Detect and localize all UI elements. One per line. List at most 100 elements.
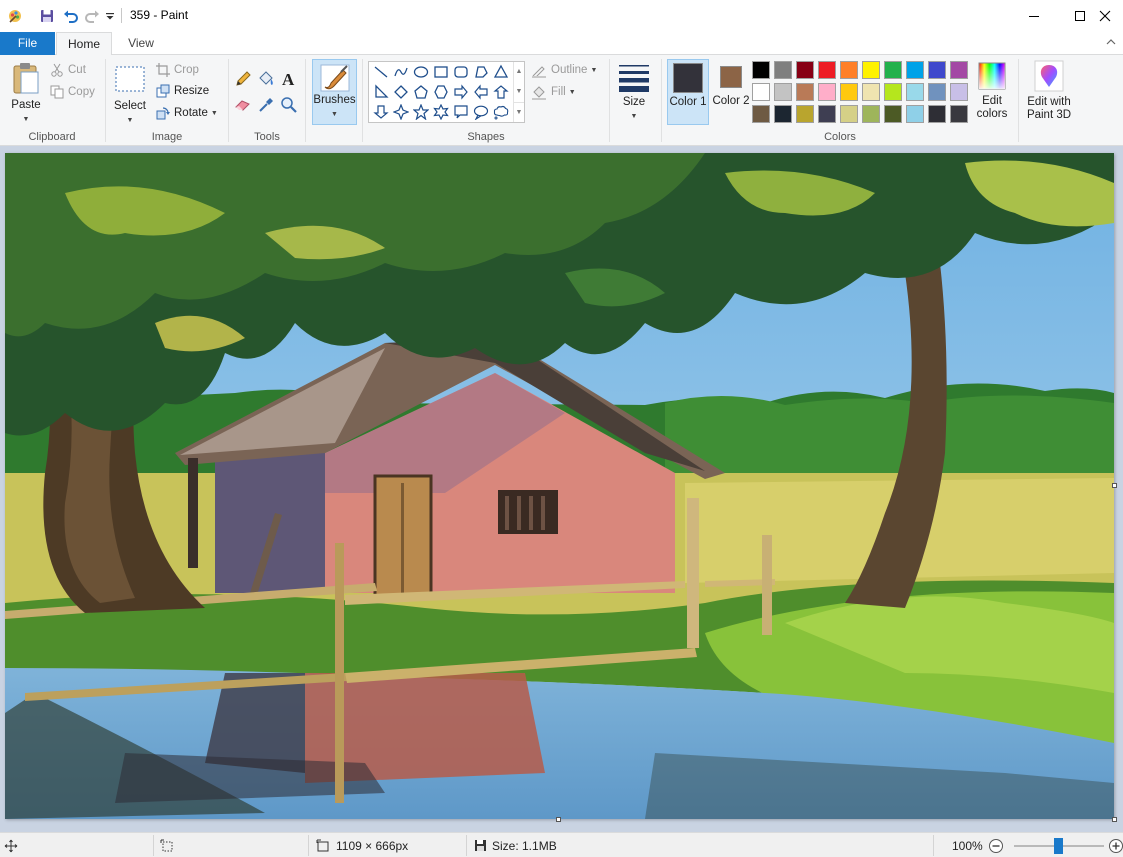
- ribbon-separator: [1018, 59, 1019, 142]
- eraser-icon[interactable]: [233, 95, 253, 115]
- palette-swatch[interactable]: [774, 61, 792, 79]
- palette-swatch[interactable]: [928, 105, 946, 123]
- arrow-down-shape-icon[interactable]: [371, 102, 391, 122]
- color1-button[interactable]: Color 1: [667, 59, 709, 125]
- line-shape-icon[interactable]: [371, 62, 391, 82]
- canvas-workspace[interactable]: [0, 146, 1123, 832]
- palette-swatch[interactable]: [906, 83, 924, 101]
- rectangle-shape-icon[interactable]: [431, 62, 451, 82]
- palette-swatch[interactable]: [840, 105, 858, 123]
- canvas-size-text: 1109 × 666px: [336, 838, 409, 853]
- rotate-button[interactable]: Rotate ▼: [156, 104, 218, 122]
- palette-swatch[interactable]: [752, 83, 770, 101]
- collapse-ribbon-icon[interactable]: [1105, 36, 1119, 50]
- ribbon-separator: [305, 59, 306, 142]
- right-triangle-shape-icon[interactable]: [371, 82, 391, 102]
- canvas-resize-handle-bottom[interactable]: [556, 817, 561, 822]
- palette-swatch[interactable]: [818, 61, 836, 79]
- undo-icon[interactable]: [61, 8, 81, 24]
- palette-swatch[interactable]: [752, 105, 770, 123]
- edit-colors-button[interactable]: Edit colors: [972, 59, 1012, 125]
- color-wheel-icon: [978, 62, 1006, 90]
- minimize-button[interactable]: [1011, 0, 1057, 32]
- color2-button[interactable]: Color 2: [710, 59, 752, 125]
- palette-swatch[interactable]: [884, 61, 902, 79]
- arrow-left-shape-icon[interactable]: [471, 82, 491, 102]
- maximize-button[interactable]: [1057, 0, 1103, 32]
- outline-button[interactable]: Outline ▼: [531, 61, 597, 79]
- magnifier-icon[interactable]: [279, 95, 299, 115]
- resize-button[interactable]: Resize: [156, 82, 209, 100]
- palette-swatch[interactable]: [862, 105, 880, 123]
- painting-image[interactable]: [5, 153, 1114, 819]
- drawing-canvas[interactable]: [5, 153, 1114, 819]
- curve-shape-icon[interactable]: [391, 62, 411, 82]
- canvas-resize-handle-right[interactable]: [1112, 483, 1117, 488]
- palette-swatch[interactable]: [840, 61, 858, 79]
- tab-home[interactable]: Home: [56, 32, 112, 56]
- palette-swatch[interactable]: [884, 105, 902, 123]
- copy-button[interactable]: Copy: [50, 83, 95, 101]
- star-five-shape-icon[interactable]: [411, 102, 431, 122]
- customize-icon[interactable]: [104, 8, 116, 24]
- palette-swatch[interactable]: [796, 83, 814, 101]
- hexagon-shape-icon[interactable]: [431, 82, 451, 102]
- polygon-shape-icon[interactable]: [471, 62, 491, 82]
- palette-swatch[interactable]: [906, 105, 924, 123]
- zoom-slider-thumb[interactable]: [1054, 838, 1063, 854]
- shapes-group-label: Shapes: [467, 131, 505, 143]
- triangle-shape-icon[interactable]: [491, 62, 511, 82]
- paste-button[interactable]: Paste ▼: [6, 59, 46, 123]
- palette-swatch[interactable]: [950, 61, 968, 79]
- pencil-icon[interactable]: [233, 69, 253, 89]
- close-button[interactable]: [1099, 0, 1123, 32]
- color-picker-icon[interactable]: [256, 95, 276, 115]
- palette-swatch[interactable]: [818, 83, 836, 101]
- palette-swatch[interactable]: [796, 61, 814, 79]
- palette-swatch[interactable]: [884, 83, 902, 101]
- cut-button[interactable]: Cut: [50, 61, 86, 79]
- size-button[interactable]: Size ▼: [614, 59, 654, 125]
- arrow-right-shape-icon[interactable]: [451, 82, 471, 102]
- tab-file[interactable]: File: [0, 32, 55, 55]
- image-group: Select ▼ Crop Resize Rotate ▼ Image: [106, 55, 228, 146]
- palette-swatch[interactable]: [840, 83, 858, 101]
- callout-oval-shape-icon[interactable]: [471, 102, 491, 122]
- redo-icon[interactable]: [83, 8, 101, 24]
- tab-view[interactable]: View: [112, 32, 170, 55]
- palette-swatch[interactable]: [928, 61, 946, 79]
- zoom-out-button[interactable]: [988, 833, 1004, 857]
- fill-icon[interactable]: [256, 69, 276, 89]
- palette-swatch[interactable]: [928, 83, 946, 101]
- palette-swatch[interactable]: [906, 61, 924, 79]
- rounded-rectangle-shape-icon[interactable]: [451, 62, 471, 82]
- zoom-in-button[interactable]: [1108, 833, 1123, 857]
- oval-shape-icon[interactable]: [411, 62, 431, 82]
- edit-with-paint3d-button[interactable]: Edit with Paint 3D: [1022, 59, 1076, 125]
- diamond-shape-icon[interactable]: [391, 82, 411, 102]
- palette-swatch[interactable]: [796, 105, 814, 123]
- arrow-up-shape-icon[interactable]: [491, 82, 511, 102]
- palette-swatch[interactable]: [950, 83, 968, 101]
- text-icon[interactable]: A: [279, 69, 299, 89]
- app-icon[interactable]: [6, 8, 24, 24]
- select-button[interactable]: Select ▼: [112, 59, 148, 124]
- palette-swatch[interactable]: [774, 105, 792, 123]
- fill-button[interactable]: Fill ▼: [531, 83, 576, 101]
- star-six-shape-icon[interactable]: [431, 102, 451, 122]
- crop-button[interactable]: Crop: [156, 61, 199, 79]
- shapes-scrollbar[interactable]: ▲ ▼ ▼: [513, 62, 524, 122]
- pentagon-shape-icon[interactable]: [411, 82, 431, 102]
- palette-swatch[interactable]: [752, 61, 770, 79]
- palette-swatch[interactable]: [774, 83, 792, 101]
- palette-swatch[interactable]: [862, 83, 880, 101]
- callout-rect-shape-icon[interactable]: [451, 102, 471, 122]
- save-icon[interactable]: [33, 8, 61, 24]
- canvas-resize-handle-corner[interactable]: [1112, 817, 1117, 822]
- palette-swatch[interactable]: [862, 61, 880, 79]
- palette-swatch[interactable]: [950, 105, 968, 123]
- star-four-shape-icon[interactable]: [391, 102, 411, 122]
- brushes-button[interactable]: Brushes ▼: [312, 59, 357, 125]
- palette-swatch[interactable]: [818, 105, 836, 123]
- callout-cloud-shape-icon[interactable]: [491, 102, 511, 122]
